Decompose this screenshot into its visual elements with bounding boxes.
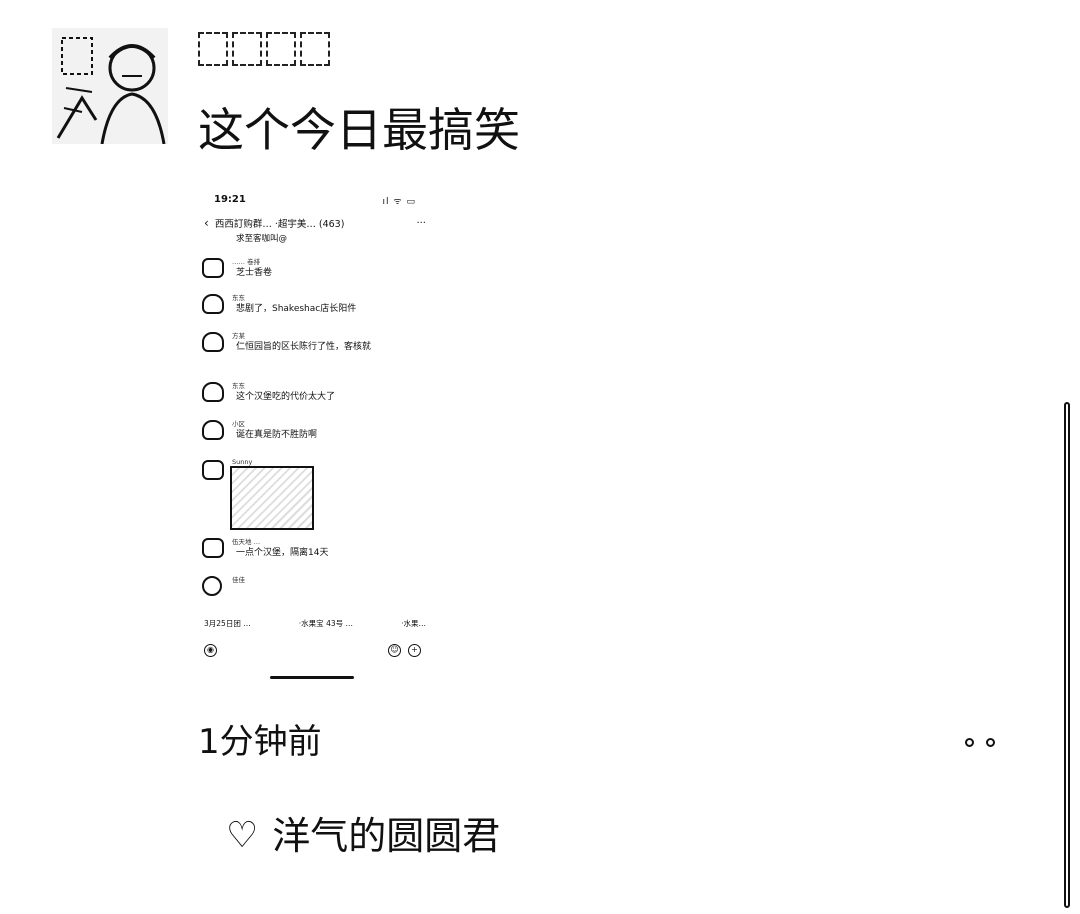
chat-avatar — [202, 294, 224, 314]
chat-image — [230, 466, 314, 530]
voice-icon: ◉ — [204, 644, 217, 657]
screenshot-status-icons: ıl ᯤ ▭ — [382, 197, 416, 207]
user-avatar[interactable] — [52, 28, 168, 144]
chat-text: 诞在真是防不胜防啊 — [236, 430, 318, 440]
screenshot-status-time: 19:21 — [214, 194, 246, 205]
redacted-block — [198, 32, 228, 66]
likes-row: ♡ 洋气的圆圆君 — [226, 812, 500, 860]
chat-text: 这个汉堡吃的代价太大了 — [236, 392, 336, 402]
chat-avatar — [202, 420, 224, 440]
quick-link: ·水果… — [401, 619, 426, 628]
chat-sender: …… 卷排 — [232, 258, 261, 266]
chat-text: 芝士香卷 — [236, 268, 273, 278]
chat-sender: 方某 — [232, 332, 245, 340]
chat-sender: 东东 — [232, 294, 245, 302]
screenshot-first-line: 求至客咖叫@ — [236, 234, 288, 244]
liker-names[interactable]: 洋气的圆圆君 — [272, 812, 500, 860]
scrollbar[interactable] — [1064, 402, 1070, 908]
chat-sender: 东东 — [232, 382, 245, 390]
moments-post: 这个今日最搞笑 19:21 ıl ᯤ ▭ ‹ 西西訂购群… ·超宇美… (463… — [0, 0, 1080, 914]
avatar-portrait-image — [52, 28, 168, 144]
screenshot-quick-links: 3月25日团 … ·水果宝 43号 … ·水果… — [204, 618, 426, 629]
redacted-block — [266, 32, 296, 66]
screenshot-input-bar: ◉ ☺ + — [202, 642, 426, 662]
redacted-block — [232, 32, 262, 66]
more-dots-icon — [986, 737, 995, 747]
quick-link: ·水果宝 43号 … — [298, 619, 353, 628]
screenshot-chat-title: 西西訂购群… ·超宇美… (463) — [214, 219, 345, 230]
chat-avatar — [202, 382, 224, 402]
chat-sender: 佳佳 — [232, 576, 245, 584]
home-indicator — [270, 676, 354, 679]
chat-sender: Sunny — [232, 458, 253, 466]
heart-outline-icon: ♡ — [226, 815, 259, 856]
post-time: 1分钟前 — [198, 722, 322, 762]
quick-link: 3月25日团 … — [204, 619, 251, 628]
plus-icon: + — [408, 644, 421, 657]
more-dots-icon — [965, 737, 974, 747]
screenshot-more-icon: ··· — [416, 217, 426, 229]
chat-avatar — [202, 258, 224, 278]
chat-text: 悲剧了，Shakeshac店长阳件 — [236, 304, 357, 314]
post-text: 这个今日最搞笑 — [198, 103, 520, 157]
redacted-block — [300, 32, 330, 66]
emoji-icon: ☺ — [388, 644, 401, 657]
chat-avatar — [202, 460, 224, 480]
chat-sender: 小区 — [232, 420, 245, 428]
more-actions-button[interactable] — [958, 730, 1002, 754]
user-nickname-redacted[interactable] — [198, 32, 330, 70]
chat-text: 一点个汉堡，隔离14天 — [236, 548, 329, 558]
screenshot-chat-header: ‹ 西西訂购群… ·超宇美… (463) ··· — [204, 216, 426, 230]
chat-text: 仁恒园旨的区长陈行了性，客核就 — [236, 342, 372, 352]
chat-avatar — [202, 538, 224, 558]
post-image-chat-screenshot[interactable]: 19:21 ıl ᯤ ▭ ‹ 西西訂购群… ·超宇美… (463) ··· 求至… — [198, 186, 430, 686]
chat-avatar — [202, 576, 222, 596]
back-icon: ‹ — [204, 216, 209, 230]
chat-avatar — [202, 332, 224, 352]
chat-sender: 伍天地 … — [232, 538, 261, 546]
